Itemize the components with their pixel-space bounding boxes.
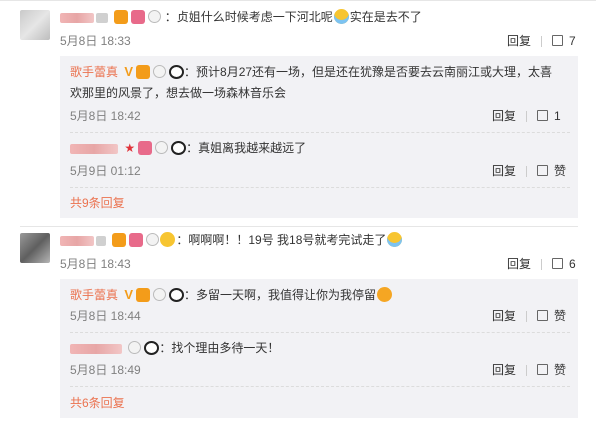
thumbs-up-icon xyxy=(537,310,548,322)
thumbs-up-icon xyxy=(552,35,563,47)
divider xyxy=(70,132,570,133)
verified-v-icon: V xyxy=(124,63,134,79)
reply-author[interactable] xyxy=(70,343,122,354)
reply-button[interactable]: 回复 xyxy=(492,308,516,324)
thumbs-up-icon xyxy=(537,165,548,177)
reply-button[interactable]: 回复 xyxy=(492,362,516,378)
reply-author[interactable]: 歌手蕾真 xyxy=(70,65,118,79)
comment-text-tail: 实在是去不了 xyxy=(349,10,422,24)
like-count: 1 xyxy=(554,109,561,123)
medal-badge-icon xyxy=(148,10,162,24)
vip-badge-icon xyxy=(114,9,129,24)
reply-text-line2: 欢那里的风景了，想去做一场森林音乐会 xyxy=(70,86,287,100)
vip-badge-icon xyxy=(136,64,151,79)
comment-2: ：啊啊啊！！19号 我18号就考完试走了 xyxy=(60,231,403,249)
medal-badge-icon xyxy=(153,65,167,79)
reply-1-2: ★ ：真姐离我越来越远了 xyxy=(70,139,306,158)
divider xyxy=(526,311,527,322)
divider xyxy=(70,332,570,333)
more-replies-link[interactable]: 共6条回复 xyxy=(70,395,125,411)
medal-badge-icon xyxy=(153,288,167,302)
comment-text: ：啊啊啊！！19号 我18号就考完试走了 xyxy=(176,233,387,247)
heart-badge-icon xyxy=(129,232,144,247)
like-button[interactable]: 赞 xyxy=(537,308,566,324)
reply-text: ：找个理由多待一天！ xyxy=(159,341,280,355)
panda-badge-icon xyxy=(169,64,185,79)
like-label: 赞 xyxy=(554,363,567,377)
star-badge-icon: ★ xyxy=(124,140,136,155)
avatar[interactable] xyxy=(20,233,50,263)
reply-1-1: 歌手蕾真 V ：预计8月27还有一场，但是还在犹豫是否要去云南丽江或大理，太喜 xyxy=(70,63,552,82)
reply-button[interactable]: 回复 xyxy=(492,108,516,124)
reply-text: ：真姐离我越来越远了 xyxy=(186,141,307,155)
like-button[interactable]: 赞 xyxy=(537,362,566,378)
heart-badge-icon xyxy=(131,9,146,24)
smile-emoji-icon xyxy=(160,232,176,248)
top-divider xyxy=(0,0,596,1)
panda-badge-icon xyxy=(171,140,187,155)
like-label: 赞 xyxy=(554,309,567,323)
pouting-emoji-icon xyxy=(377,287,393,303)
divider xyxy=(541,36,542,47)
like-button[interactable]: 6 xyxy=(552,256,576,272)
vip-badge-icon xyxy=(136,287,151,302)
avatar[interactable] xyxy=(20,10,50,40)
panda-badge-icon xyxy=(144,340,160,355)
thumbs-up-icon xyxy=(537,364,548,376)
comment-divider xyxy=(20,226,578,227)
reply-time: 5月8日 18:42 xyxy=(70,109,141,123)
verified-v-icon: V xyxy=(124,286,134,302)
medal-badge-icon xyxy=(155,141,169,155)
reply-button[interactable]: 回复 xyxy=(507,33,531,49)
thumbs-up-icon xyxy=(552,258,563,270)
medal-badge-icon xyxy=(128,341,142,355)
panda-badge-icon xyxy=(169,287,185,302)
crying-emoji-icon xyxy=(333,9,349,25)
like-count: 6 xyxy=(569,257,576,271)
reply-2-1: 歌手蕾真 V ：多留一天啊，我值得让你为我停留 xyxy=(70,286,393,305)
reply-time: 5月8日 18:44 xyxy=(70,309,141,323)
divider xyxy=(70,187,570,188)
more-replies-link[interactable]: 共9条回复 xyxy=(70,195,125,211)
reply-button[interactable]: 回复 xyxy=(507,256,531,272)
comment-time: 5月8日 18:43 xyxy=(60,257,131,271)
comment-text: ：贞姐什么时候考虑一下河北呢 xyxy=(164,10,333,24)
like-button[interactable]: 1 xyxy=(537,108,561,124)
reply-author[interactable]: 歌手蕾真 xyxy=(70,288,118,302)
commenter-name[interactable] xyxy=(60,12,94,23)
crying-emoji-icon xyxy=(387,232,403,248)
divider xyxy=(526,365,527,376)
reply-time: 5月8日 18:49 xyxy=(70,363,141,377)
reply-time: 5月9日 01:12 xyxy=(70,164,141,178)
like-count: 7 xyxy=(569,34,576,48)
commenter-name[interactable] xyxy=(60,235,94,246)
divider xyxy=(526,111,527,122)
reply-author[interactable] xyxy=(70,143,118,154)
divider xyxy=(541,259,542,270)
divider xyxy=(526,166,527,177)
like-button[interactable]: 赞 xyxy=(537,163,566,179)
medal-badge-icon xyxy=(146,233,160,247)
reply-2-2: ：找个理由多待一天！ xyxy=(70,339,279,357)
comment-1: ：贞姐什么时候考虑一下河北呢 实在是去不了 xyxy=(60,8,422,26)
like-label: 赞 xyxy=(554,164,567,178)
reply-text: ：多留一天啊，我值得让你为我停留 xyxy=(184,288,377,302)
like-button[interactable]: 7 xyxy=(552,33,576,49)
reply-text: ：预计8月27还有一场，但是还在犹豫是否要去云南丽江或大理，太喜 xyxy=(184,65,553,79)
thumbs-up-icon xyxy=(537,110,548,122)
divider xyxy=(70,386,570,387)
reply-button[interactable]: 回复 xyxy=(492,163,516,179)
comment-time: 5月8日 18:33 xyxy=(60,34,131,48)
vip-badge-icon xyxy=(112,232,127,247)
heart-badge-icon xyxy=(138,140,153,155)
